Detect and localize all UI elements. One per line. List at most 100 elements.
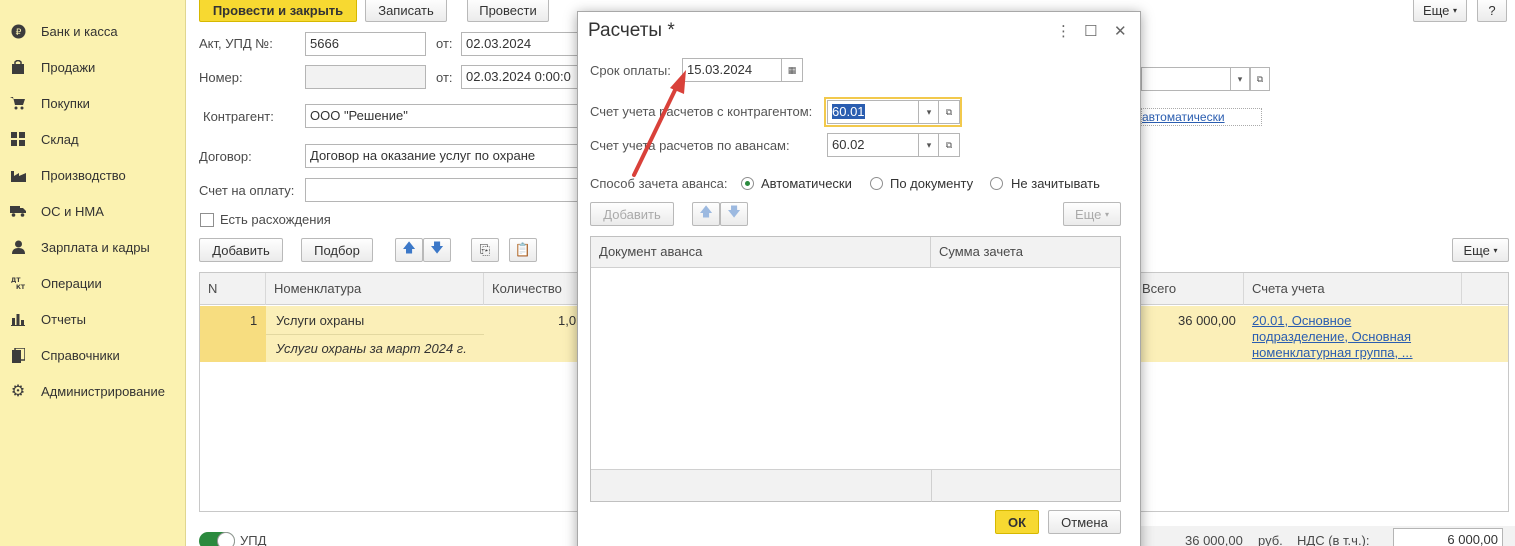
radio-auto[interactable] xyxy=(741,177,754,190)
footer-divider xyxy=(931,470,932,502)
number-field[interactable] xyxy=(305,65,426,89)
radio-by-document-label: По документу xyxy=(890,176,974,191)
kebab-menu-icon[interactable]: ⋮ xyxy=(1056,22,1071,40)
due-date-field[interactable]: 15.03.2024 xyxy=(682,58,782,82)
dropdown-arrow-icon: ▾ xyxy=(1453,5,1458,15)
upd-toggle[interactable] xyxy=(199,532,235,546)
sidebar: ₽ Банк и касса Продажи Покупки Склад Про… xyxy=(0,0,186,546)
cancel-button[interactable]: Отмена xyxy=(1048,510,1121,534)
radio-none[interactable] xyxy=(990,177,1003,190)
contractor-account-field[interactable]: 60.01 xyxy=(827,100,919,124)
sidebar-item-warehouse[interactable]: Склад xyxy=(0,127,186,151)
dropdown-arrow-icon: ▾ xyxy=(1105,209,1110,219)
svg-text:ДТ: ДТ xyxy=(11,277,21,284)
discrepancy-checkbox[interactable] xyxy=(200,213,214,227)
column-nomenclature[interactable]: Номенклатура xyxy=(266,273,484,305)
auto-link-text: автоматически xyxy=(1142,110,1225,124)
sidebar-item-reports[interactable]: Отчеты xyxy=(0,307,186,331)
sidebar-item-label: Банк и касса xyxy=(41,23,118,39)
pick-button[interactable]: Подбор xyxy=(301,238,373,262)
save-button[interactable]: Записать xyxy=(365,0,447,22)
move-down-button[interactable]: 🡇 xyxy=(720,202,748,226)
arrow-down-icon: 🡇 xyxy=(727,204,741,219)
table-footer xyxy=(591,469,1120,502)
sidebar-item-purchases[interactable]: Покупки xyxy=(0,91,186,115)
dropdown-arrow-icon[interactable]: ▾ xyxy=(918,133,940,157)
act-date-field[interactable]: 02.03.2024 xyxy=(461,32,581,56)
contract-field[interactable]: Договор на оказание услуг по охране xyxy=(305,144,581,168)
calendar-icon[interactable]: ▦ xyxy=(781,58,803,82)
sidebar-item-bank[interactable]: ₽ Банк и касса xyxy=(0,19,186,43)
number-date-field[interactable]: 02.03.2024 0:00:0 xyxy=(461,65,581,89)
total-sum: 36 000,00 xyxy=(1185,533,1243,546)
vat-field[interactable]: 6 000,00 xyxy=(1393,528,1503,546)
contract-label: Договор: xyxy=(199,149,252,164)
column-offset-sum[interactable]: Сумма зачета xyxy=(931,237,1120,268)
sidebar-item-label: ОС и НМА xyxy=(41,203,104,219)
maximize-icon[interactable]: ☐ xyxy=(1084,22,1097,40)
sidebar-item-production[interactable]: Производство xyxy=(0,163,186,187)
post-button[interactable]: Провести xyxy=(467,0,549,22)
grid-more-button[interactable]: Еще ▾ xyxy=(1452,238,1509,262)
ok-button[interactable]: ОК xyxy=(995,510,1039,534)
more-button[interactable]: Еще ▾ xyxy=(1413,0,1467,22)
dropdown-arrow-icon[interactable]: ▾ xyxy=(1230,67,1250,91)
open-icon[interactable]: ⧉ xyxy=(938,133,960,157)
sidebar-item-label: Администрирование xyxy=(41,383,165,399)
move-up-button[interactable]: 🡅 xyxy=(395,238,423,262)
arrow-up-icon: 🡅 xyxy=(402,240,416,255)
column-n[interactable]: N xyxy=(200,273,266,305)
svg-text:₽: ₽ xyxy=(15,28,21,38)
dropdown-arrow-icon[interactable]: ▾ xyxy=(918,100,940,124)
open-icon[interactable]: ⧉ xyxy=(938,100,960,124)
add-advance-button[interactable]: Добавить xyxy=(590,202,674,226)
sidebar-item-references[interactable]: Справочники xyxy=(0,343,186,367)
move-down-button[interactable]: 🡇 xyxy=(423,238,451,262)
more-label: Еще xyxy=(1074,206,1102,222)
accounts-line: подразделение, Основная xyxy=(1252,329,1412,344)
act-number-field[interactable]: 5666 xyxy=(305,32,426,56)
from-label: от: xyxy=(436,36,453,51)
item-quantity: 1,0 xyxy=(558,313,577,328)
svg-text:КТ: КТ xyxy=(16,284,25,290)
invoice-field[interactable] xyxy=(305,178,581,202)
advance-account-field[interactable]: 60.02 xyxy=(827,133,919,157)
column-advance-document[interactable]: Документ аванса xyxy=(591,237,931,268)
post-and-close-button[interactable]: Провести и закрыть xyxy=(199,0,357,22)
sidebar-item-admin[interactable]: ⚙ Администрирование xyxy=(0,379,186,403)
number-label: Номер: xyxy=(199,70,243,85)
paste-button[interactable]: 📋 xyxy=(509,238,537,262)
sidebar-item-label: Производство xyxy=(41,167,126,183)
selected-text: 60.01 xyxy=(832,104,865,119)
organization-field[interactable] xyxy=(1141,67,1231,91)
item-accounts-link[interactable]: 20.01, Основное подразделение, Основная … xyxy=(1252,313,1413,361)
sidebar-item-operations[interactable]: ДТ КТ Операции xyxy=(0,271,186,295)
row-divider xyxy=(266,334,484,335)
auto-link[interactable]: автоматически xyxy=(1141,108,1262,126)
copy-button[interactable]: ⎘ xyxy=(471,238,499,262)
vat-label: НДС (в т.ч.): xyxy=(1297,533,1370,546)
radio-by-document[interactable] xyxy=(870,177,883,190)
bar-chart-icon xyxy=(10,311,26,327)
contractor-field[interactable]: ООО "Решение" xyxy=(305,104,581,128)
item-description: Услуги охраны за март 2024 г. xyxy=(276,341,467,356)
act-label: Акт, УПД №: xyxy=(199,36,273,51)
truck-icon xyxy=(10,203,26,219)
sidebar-item-assets[interactable]: ОС и НМА xyxy=(0,199,186,223)
upd-label: УПД xyxy=(240,533,267,546)
add-row-button[interactable]: Добавить xyxy=(199,238,283,262)
sidebar-item-label: Справочники xyxy=(41,347,120,363)
open-icon[interactable]: ⧉ xyxy=(1250,67,1270,91)
column-accounts[interactable]: Счета учета xyxy=(1244,273,1462,305)
arrow-down-icon: 🡇 xyxy=(430,240,444,255)
column-total[interactable]: Всего xyxy=(1142,273,1244,305)
move-up-button[interactable]: 🡅 xyxy=(692,202,720,226)
due-date-label: Срок оплаты: xyxy=(590,63,671,78)
arrow-up-icon: 🡅 xyxy=(699,204,713,219)
sidebar-item-salary[interactable]: Зарплата и кадры xyxy=(0,235,186,259)
help-button[interactable]: ? xyxy=(1477,0,1507,22)
sidebar-item-sales[interactable]: Продажи xyxy=(0,55,186,79)
dialog-more-button[interactable]: Еще ▾ xyxy=(1063,202,1121,226)
close-icon[interactable]: ✕ xyxy=(1114,22,1127,40)
gear-icon: ⚙ xyxy=(10,383,26,400)
